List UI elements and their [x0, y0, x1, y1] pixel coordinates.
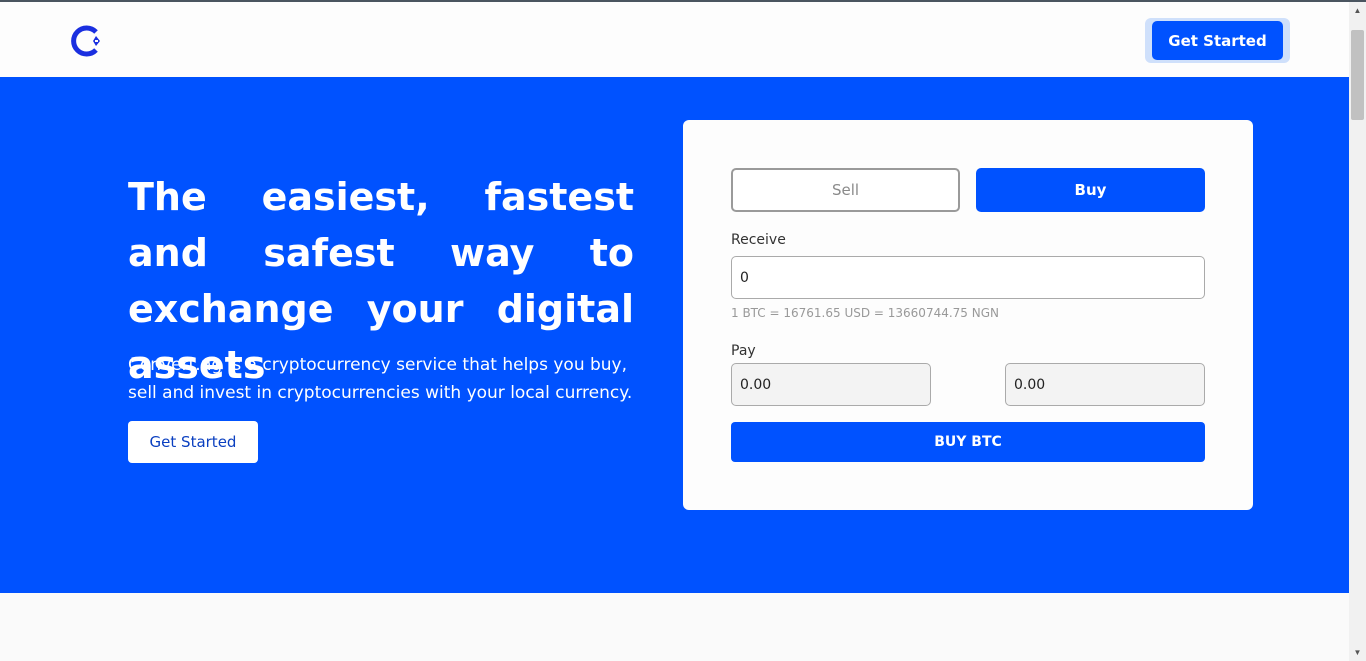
page: Get Started The easiest, fastest and saf… — [0, 2, 1349, 661]
pay-input-ngn[interactable]: 0.00 — [1005, 363, 1205, 406]
receive-input[interactable]: 0 — [731, 256, 1205, 299]
buy-btc-button[interactable]: BUY BTC — [731, 422, 1205, 462]
tab-sell[interactable]: Sell — [731, 168, 960, 212]
convert-logo-icon[interactable] — [66, 21, 106, 61]
site-header: Get Started — [0, 2, 1349, 77]
vertical-scrollbar[interactable]: ▲ ▼ — [1349, 2, 1366, 661]
tab-buy[interactable]: Buy — [976, 168, 1205, 212]
header-get-started-button[interactable]: Get Started — [1152, 21, 1283, 60]
header-cta-wrap: Get Started — [1145, 18, 1290, 63]
scroll-down-arrow-icon[interactable]: ▼ — [1349, 644, 1366, 661]
hero-section: The easiest, fastest and safest way to e… — [0, 77, 1349, 593]
exchange-rate-text: 1 BTC = 16761.65 USD = 13660744.75 NGN — [731, 306, 999, 320]
pay-input-usd[interactable]: 0.00 — [731, 363, 931, 406]
hero-get-started-button[interactable]: Get Started — [128, 421, 258, 463]
receive-label: Receive — [731, 232, 786, 248]
exchange-card: Sell Buy Receive 0 1 BTC = 16761.65 USD … — [683, 120, 1253, 510]
scroll-thumb[interactable] — [1351, 30, 1364, 120]
scroll-up-arrow-icon[interactable]: ▲ — [1349, 2, 1366, 19]
pay-label: Pay — [731, 343, 756, 359]
hero-subtitle: Convert.ng is a cryptocurrency service t… — [128, 355, 633, 403]
